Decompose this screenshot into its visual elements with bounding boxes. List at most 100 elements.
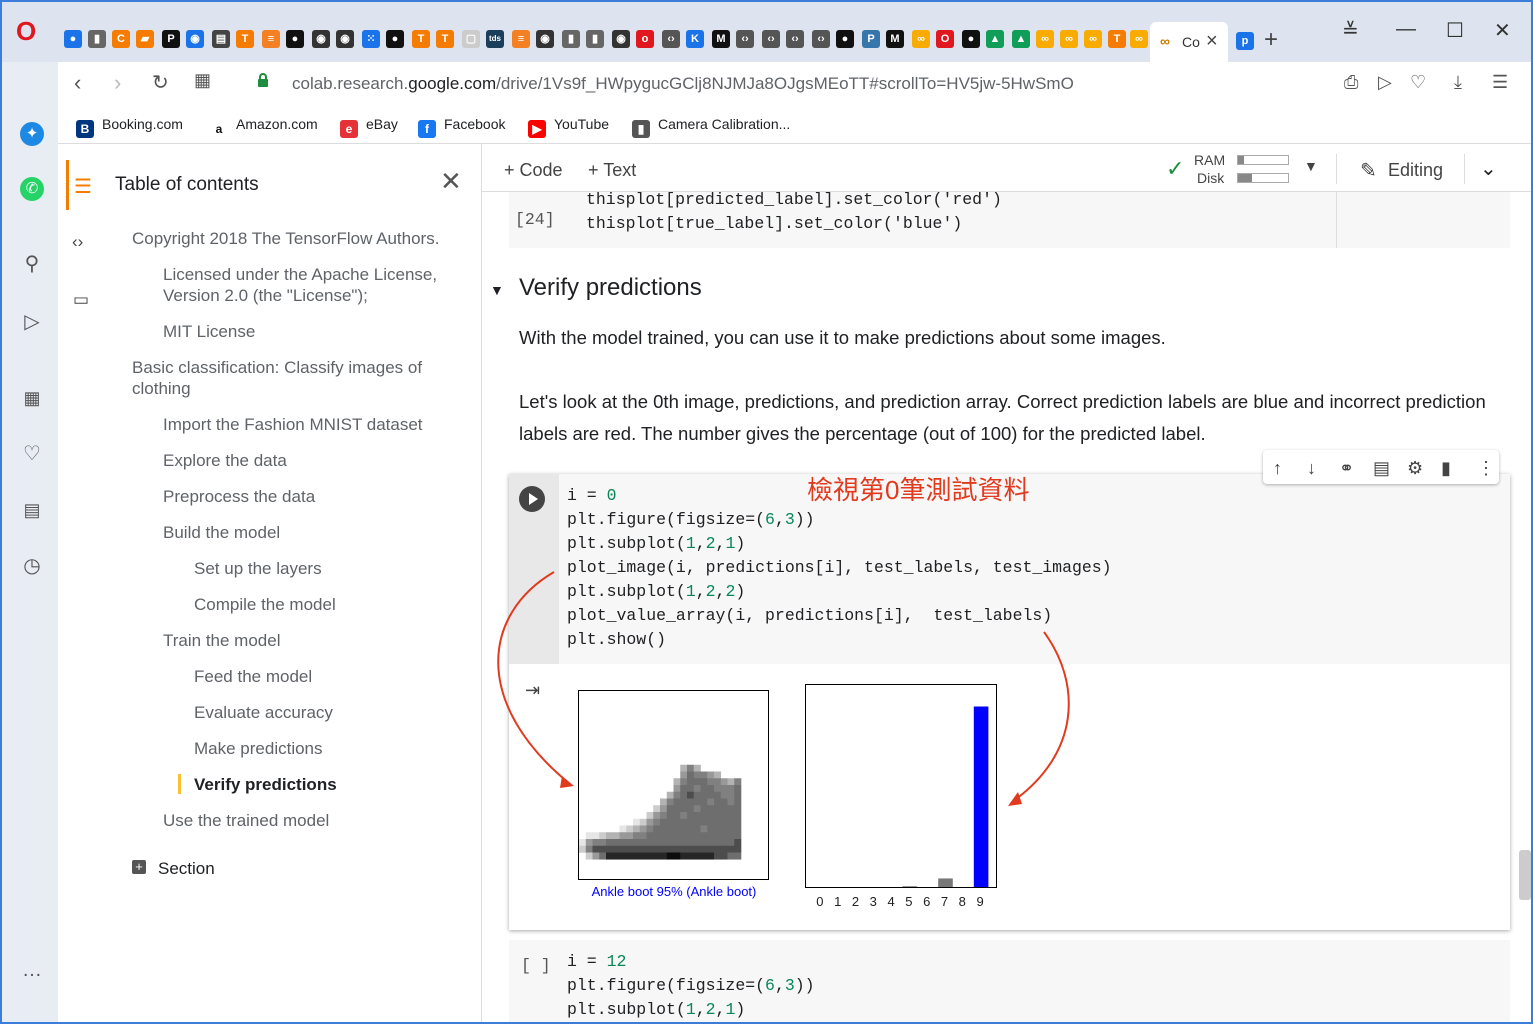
- tab-favicon-icon[interactable]: ▮: [88, 30, 106, 48]
- drive-icon[interactable]: ▲: [1012, 30, 1030, 48]
- forward-icon[interactable]: ›: [114, 70, 121, 96]
- bookmark-amazon[interactable]: a Amazon.com: [210, 116, 318, 138]
- tab-favicon-icon[interactable]: ◉: [336, 30, 354, 48]
- messenger-icon[interactable]: ✦: [20, 122, 44, 146]
- tab-favicon-icon[interactable]: T: [1108, 30, 1126, 48]
- back-icon[interactable]: ‹: [74, 70, 81, 96]
- toc-item[interactable]: Explore the data: [163, 450, 463, 471]
- heart-icon[interactable]: ♡: [20, 442, 44, 466]
- url-field[interactable]: colab.research.google.com/drive/1Vs9f_HW…: [292, 74, 1074, 94]
- history-icon[interactable]: ◷: [20, 554, 44, 578]
- close-icon[interactable]: ✕: [440, 166, 462, 197]
- toc-item[interactable]: Copyright 2018 The TensorFlow Authors.: [132, 228, 472, 249]
- comment-icon[interactable]: ▤: [1373, 458, 1390, 479]
- tab-favicon-icon[interactable]: O: [936, 30, 954, 48]
- tab-favicon-icon[interactable]: ‹›: [786, 30, 804, 48]
- search-icon[interactable]: ⚲: [20, 252, 44, 276]
- toc-item[interactable]: MIT License: [163, 321, 463, 342]
- tab-favicon-icon[interactable]: ▮: [562, 30, 580, 48]
- whatsapp-icon[interactable]: ✆: [20, 177, 44, 201]
- python-icon[interactable]: P: [862, 30, 880, 48]
- add-section-icon[interactable]: +: [132, 860, 146, 874]
- folder-icon[interactable]: ▭: [73, 290, 89, 310]
- tab-favicon-icon[interactable]: ◉: [612, 30, 630, 48]
- toc-item[interactable]: Set up the layers: [194, 558, 464, 579]
- toc-item[interactable]: Use the trained model: [163, 810, 463, 831]
- new-tab-icon[interactable]: +: [1264, 26, 1278, 54]
- toc-list-icon[interactable]: ☰: [74, 174, 92, 199]
- tab-favicon-icon[interactable]: ▢: [462, 30, 480, 48]
- disk-usage-bar[interactable]: [1237, 173, 1289, 183]
- send-icon[interactable]: ▷: [1378, 72, 1392, 93]
- tab-favicon-icon[interactable]: ‹›: [812, 30, 830, 48]
- maximize-icon[interactable]: ☐: [1446, 18, 1464, 43]
- tab-favicon-icon[interactable]: ▤: [212, 30, 230, 48]
- toc-item[interactable]: Make predictions: [194, 738, 464, 759]
- output-icon[interactable]: ⇥: [525, 680, 540, 701]
- tab-favicon-icon[interactable]: ▮: [586, 30, 604, 48]
- tab-favicon-icon[interactable]: tds: [486, 30, 504, 48]
- tab-favicon-icon[interactable]: ◉: [312, 30, 330, 48]
- link-icon[interactable]: ⚭: [1339, 458, 1354, 479]
- send-icon[interactable]: ▷: [20, 310, 44, 334]
- tab-favicon-icon[interactable]: M: [712, 30, 730, 48]
- tab-favicon-icon[interactable]: ⁙: [362, 30, 380, 48]
- gear-icon[interactable]: ⚙: [1407, 458, 1423, 479]
- tab-favicon-icon[interactable]: ‹›: [736, 30, 754, 48]
- more-vert-icon[interactable]: ⋮: [1477, 458, 1495, 479]
- tab-favicon-icon[interactable]: p: [1236, 32, 1254, 50]
- tab-favicon-icon[interactable]: C: [112, 30, 130, 48]
- tab-favicon-icon[interactable]: ‹›: [762, 30, 780, 48]
- toc-item[interactable]: Build the model: [163, 522, 463, 543]
- toc-item[interactable]: Basic classification: Classify images of…: [132, 357, 462, 399]
- tab-favicon-icon[interactable]: ≡: [262, 30, 280, 48]
- toc-item[interactable]: Feed the model: [194, 666, 464, 687]
- reload-icon[interactable]: ↻: [152, 70, 169, 95]
- tab-favicon-icon[interactable]: ≡: [512, 30, 530, 48]
- toc-item[interactable]: Preprocess the data: [163, 486, 463, 507]
- tab-favicon-icon[interactable]: K: [686, 30, 704, 48]
- add-text-button[interactable]: + Text: [588, 160, 636, 181]
- tab-favicon-icon[interactable]: ‹›: [662, 30, 680, 48]
- code-snippets-icon[interactable]: ‹›: [72, 232, 83, 252]
- tab-menu-icon[interactable]: ≚: [1342, 18, 1359, 43]
- close-window-icon[interactable]: ✕: [1494, 18, 1511, 43]
- colab-icon[interactable]: ∞: [912, 30, 930, 48]
- download-icon[interactable]: ⤓: [1454, 72, 1462, 93]
- toc-item-active[interactable]: Verify predictions: [194, 774, 464, 795]
- opera-logo-icon[interactable]: O: [16, 16, 36, 47]
- add-code-button[interactable]: + Code: [504, 160, 563, 181]
- settings-sliders-icon[interactable]: ☰: [1492, 72, 1508, 93]
- bookmark-youtube[interactable]: ▶ YouTube: [528, 116, 609, 138]
- code-cell-active[interactable]: i = 0 plt.figure(figsize=(6,3)) plt.subplo…: [509, 450, 1510, 930]
- bookmark-booking[interactable]: B Booking.com: [76, 116, 183, 138]
- bookmark-ebay[interactable]: e eBay: [340, 116, 398, 138]
- tab-favicon-icon[interactable]: T: [236, 30, 254, 48]
- toc-item[interactable]: Train the model: [163, 630, 463, 651]
- tab-favicon-icon[interactable]: T: [412, 30, 430, 48]
- tab-favicon-icon[interactable]: P: [162, 30, 180, 48]
- add-section-button[interactable]: Section: [158, 858, 215, 879]
- minimize-icon[interactable]: —: [1396, 18, 1416, 41]
- heart-icon[interactable]: ♡: [1410, 72, 1426, 93]
- tab-favicon-icon[interactable]: ▰: [136, 30, 154, 48]
- toc-item[interactable]: Compile the model: [194, 594, 464, 615]
- tabs-grid-icon[interactable]: ▦: [194, 70, 211, 91]
- github-icon[interactable]: ●: [386, 30, 404, 48]
- github-icon[interactable]: ●: [286, 30, 304, 48]
- colab-icon[interactable]: ∞: [1036, 30, 1054, 48]
- chevron-down-icon[interactable]: ▼: [1304, 158, 1318, 174]
- tab-active[interactable]: ∞ Co ×: [1150, 22, 1228, 62]
- tab-favicon-icon[interactable]: M: [886, 30, 904, 48]
- close-tab-icon[interactable]: ×: [1206, 30, 1218, 53]
- toc-item[interactable]: Evaluate accuracy: [194, 702, 464, 723]
- camera-icon[interactable]: ⎙: [1344, 72, 1358, 93]
- drive-icon[interactable]: ▲: [986, 30, 1004, 48]
- more-icon[interactable]: …: [20, 958, 44, 982]
- colab-icon[interactable]: ∞: [1060, 30, 1078, 48]
- tab-favicon-icon[interactable]: ●: [64, 30, 82, 48]
- move-up-icon[interactable]: ↑: [1273, 458, 1282, 479]
- tab-favicon-icon[interactable]: ◉: [186, 30, 204, 48]
- scrollbar[interactable]: [1519, 850, 1531, 900]
- tab-favicon-icon[interactable]: o: [636, 30, 654, 48]
